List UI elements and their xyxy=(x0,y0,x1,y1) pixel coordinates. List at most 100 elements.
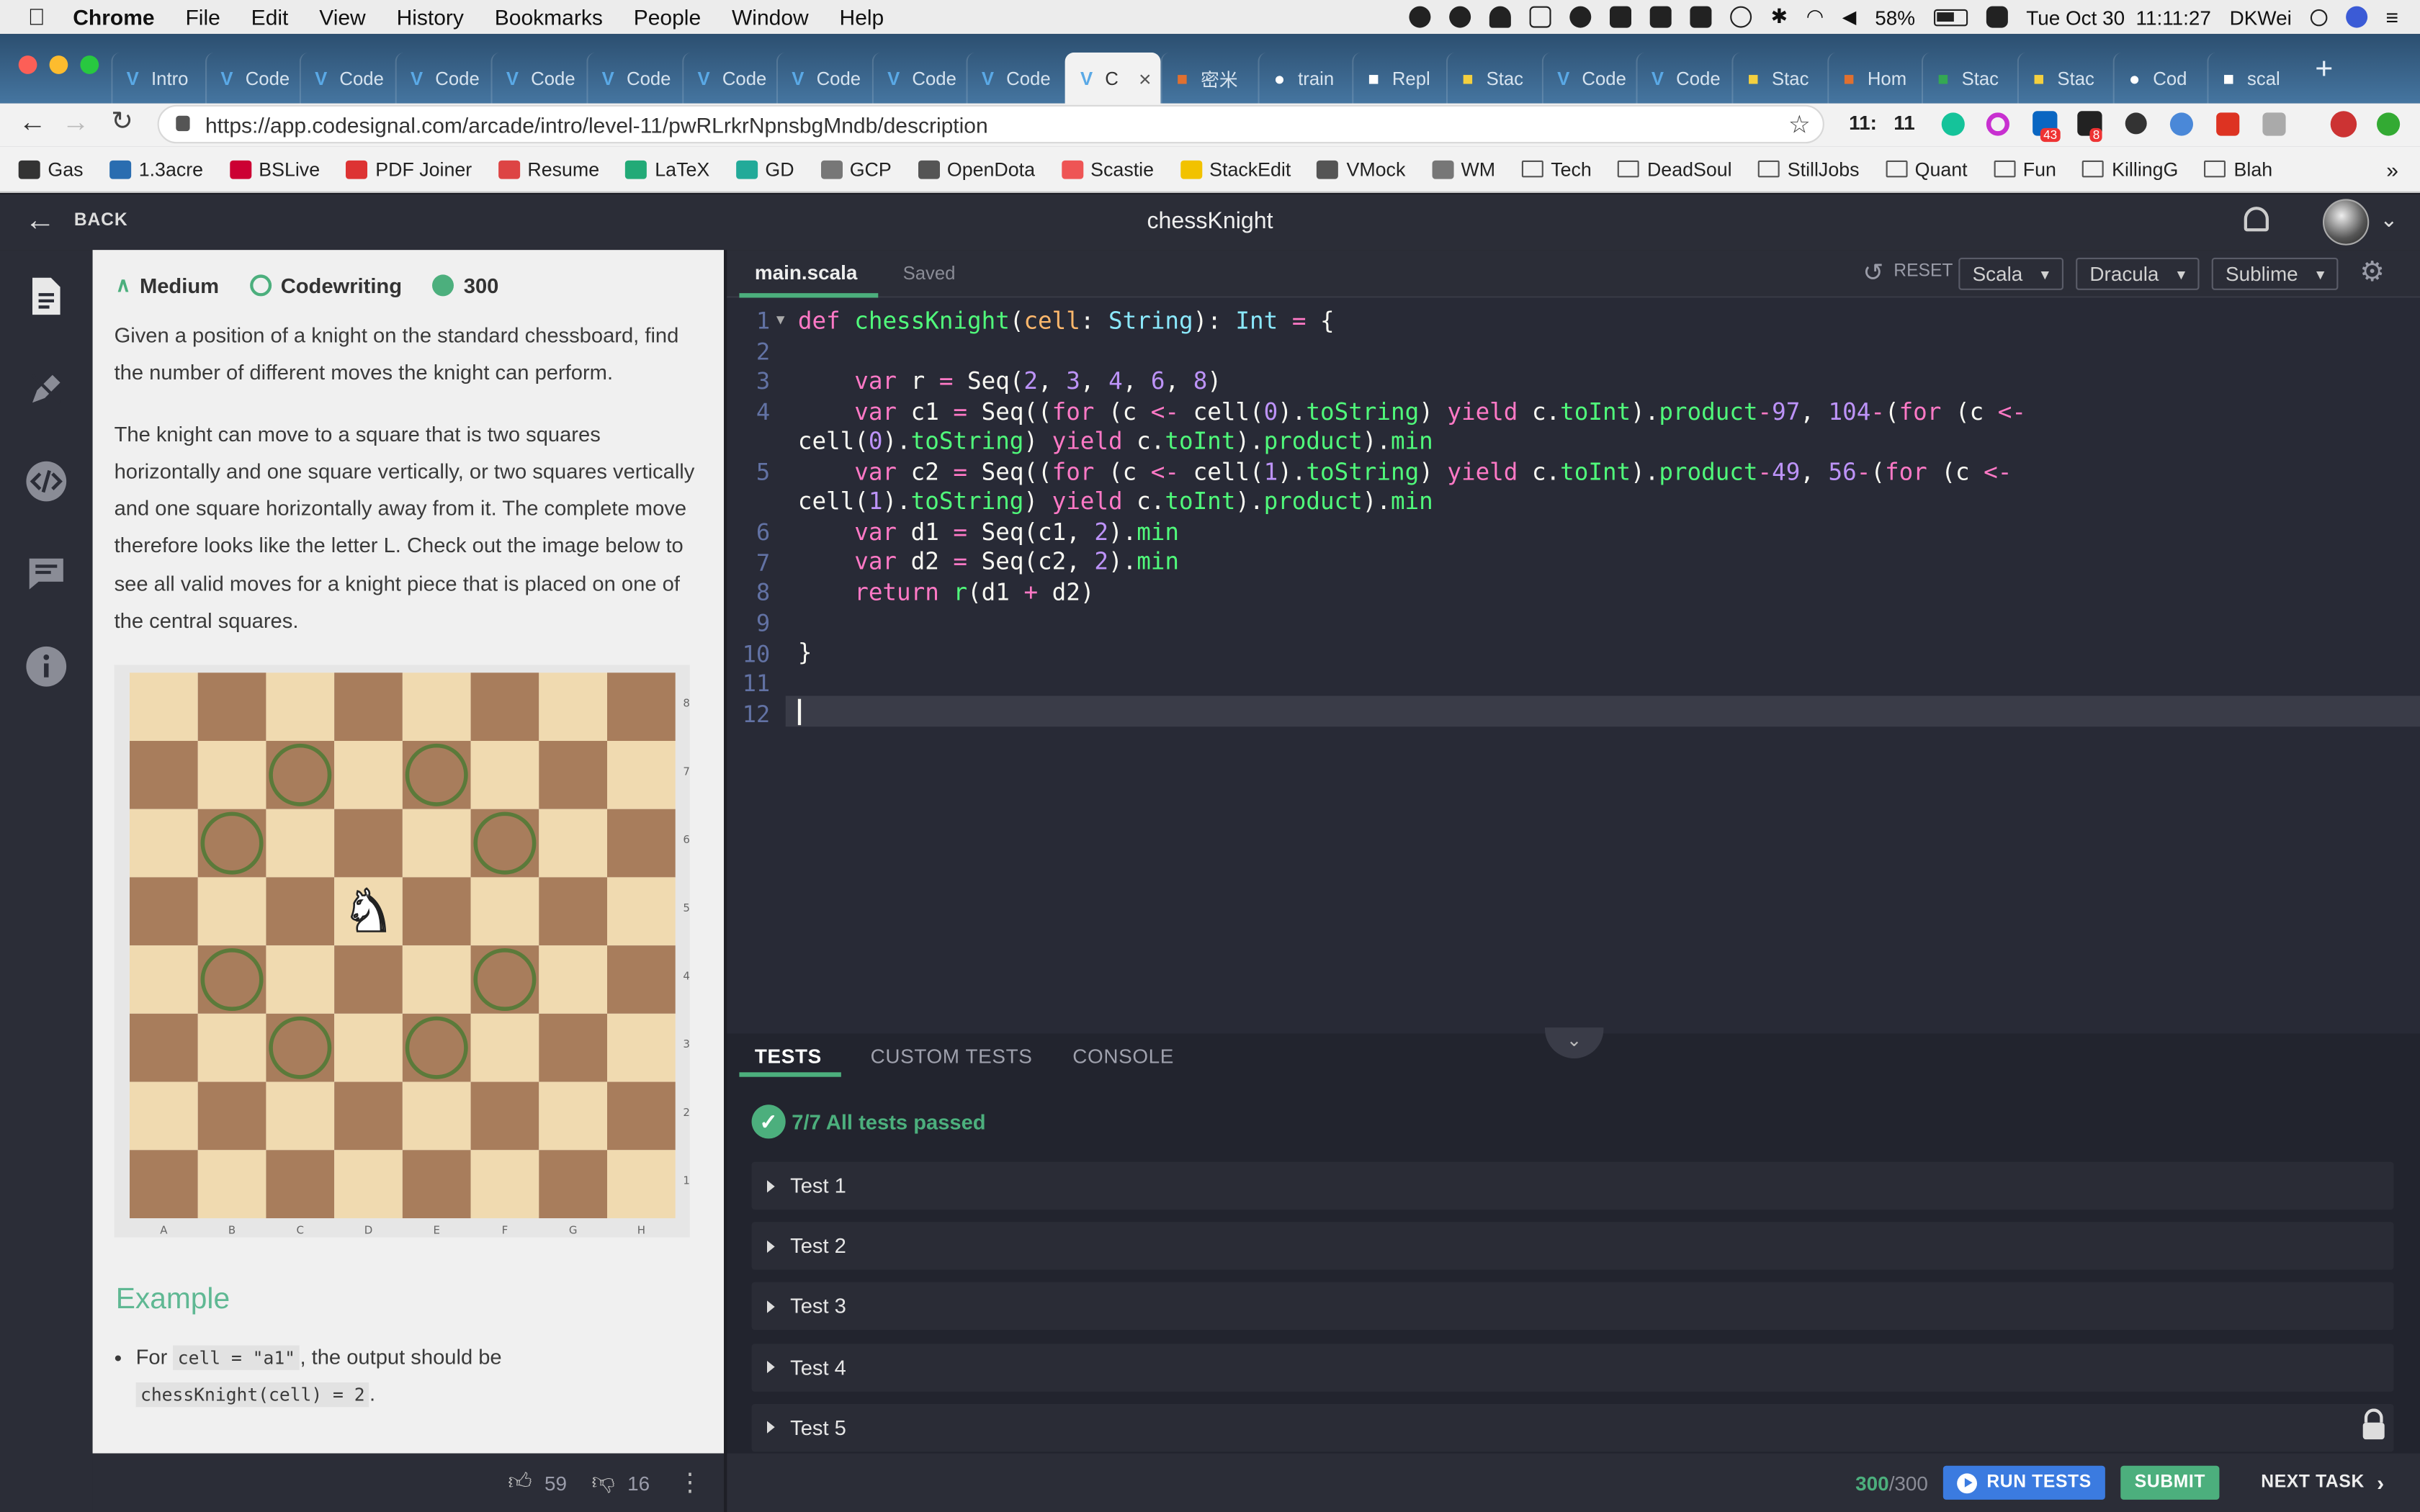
browser-tab[interactable]: ■ 密米 xyxy=(1160,52,1256,105)
battery-icon[interactable] xyxy=(1933,8,1968,26)
menu-history[interactable]: History xyxy=(381,0,479,34)
menu-help[interactable]: Help xyxy=(824,0,900,34)
browser-tab[interactable]: V C × xyxy=(1065,52,1161,105)
display-icon[interactable] xyxy=(1610,6,1632,28)
browser-tab[interactable]: V Code xyxy=(1541,52,1635,105)
test-row[interactable]: Test 5 xyxy=(751,1403,2394,1452)
browser-tab[interactable]: V Intro xyxy=(111,52,204,105)
bookmark-star-icon[interactable]: ☆ xyxy=(1788,109,1811,140)
menu-view[interactable]: View xyxy=(304,0,381,34)
bookmark-item[interactable]: OpenDota xyxy=(918,158,1035,180)
browser-tab[interactable]: V Code xyxy=(1636,52,1730,105)
test-row[interactable]: Test 3 xyxy=(751,1282,2394,1331)
back-arrow-icon[interactable]: ← xyxy=(19,107,47,139)
menu-app[interactable]: Chrome xyxy=(58,0,170,34)
browser-tab[interactable]: V Code xyxy=(299,52,394,105)
collapse-panel-button[interactable]: ⌄ xyxy=(1545,1027,1604,1058)
forward-arrow-icon[interactable]: → xyxy=(62,107,90,139)
fold-arrow-icon[interactable]: ▼ xyxy=(776,313,785,328)
browser-tab[interactable]: V Code xyxy=(205,52,298,105)
reset-button[interactable]: RESET xyxy=(1894,262,1953,281)
more-options-icon[interactable]: ⋮ xyxy=(678,1467,702,1498)
bookmark-item[interactable]: DeadSoul xyxy=(1618,158,1732,180)
browser-tab[interactable]: V Code xyxy=(682,52,775,105)
bookmark-item[interactable]: VMock xyxy=(1317,158,1405,180)
window-minimize-button[interactable] xyxy=(49,55,68,74)
tab-custom-tests[interactable]: CUSTOM TESTS xyxy=(871,1045,1033,1068)
extension-counter-2[interactable]: 11 xyxy=(1894,111,1914,134)
box-icon[interactable] xyxy=(1530,6,1552,28)
tab-tests[interactable]: TESTS xyxy=(755,1045,822,1068)
adblock-icon[interactable] xyxy=(2216,112,2240,136)
extension-grey-icon[interactable] xyxy=(2262,112,2286,136)
code-tab[interactable] xyxy=(24,460,68,503)
bookmark-item[interactable]: Blah xyxy=(2204,158,2272,180)
input-method-icon[interactable] xyxy=(1690,6,1713,28)
browser-tab[interactable]: ■ Stac xyxy=(1921,52,2016,105)
bookmark-item[interactable]: Tech xyxy=(1521,158,1592,180)
browser-tab[interactable]: V Code xyxy=(395,52,490,105)
s-app-icon[interactable] xyxy=(1986,6,2008,28)
test-row[interactable]: Test 2 xyxy=(751,1222,2394,1270)
browser-tab[interactable]: V Code xyxy=(490,52,585,105)
address-bar[interactable]: https://app.codesignal.com/arcade/intro/… xyxy=(157,104,1824,144)
skype-icon[interactable] xyxy=(1410,6,1432,28)
extension-check-icon[interactable] xyxy=(2169,112,2193,136)
reset-icon[interactable]: ↺ xyxy=(1863,258,1883,289)
clock[interactable]: Tue Oct 30 11:11:27 xyxy=(2026,6,2211,29)
lock-icon[interactable] xyxy=(176,115,190,132)
theme-select[interactable]: Dracula ▼ xyxy=(2076,257,2200,290)
bookmark-item[interactable]: LaTeX xyxy=(625,158,709,180)
hat-icon[interactable] xyxy=(1489,6,1512,28)
browser-tab[interactable]: V Code xyxy=(871,52,965,105)
bookmark-item[interactable]: Quant xyxy=(1885,158,1968,180)
bookmark-item[interactable]: GD xyxy=(735,158,794,180)
volume-icon[interactable]: ◀ xyxy=(1842,6,1857,28)
bookmark-item[interactable]: BSLive xyxy=(229,158,320,180)
description-tab[interactable] xyxy=(24,274,68,318)
menu-bookmarks[interactable]: Bookmarks xyxy=(479,0,618,34)
new-tab-button[interactable]: + xyxy=(2315,53,2333,88)
comments-tab[interactable] xyxy=(24,552,68,595)
browser-tab[interactable]: ■ Stac xyxy=(2017,52,2112,105)
extension-icon[interactable] xyxy=(1986,112,2009,136)
tab-console[interactable]: CONSOLE xyxy=(1072,1045,1174,1068)
spotlight-icon[interactable] xyxy=(2310,8,2328,26)
menu-window[interactable]: Window xyxy=(717,0,825,34)
bookmark-item[interactable]: 1.3acre xyxy=(109,158,203,180)
bookmarks-overflow-icon[interactable]: » xyxy=(2386,157,2398,181)
grammarly-icon[interactable] xyxy=(1941,112,1965,136)
bookmark-item[interactable]: StackEdit xyxy=(1180,158,1291,180)
bookmark-item[interactable]: GCP xyxy=(820,158,892,180)
user-name[interactable]: DKWei xyxy=(2230,6,2292,29)
avatar[interactable] xyxy=(2323,199,2370,246)
menu-people[interactable]: People xyxy=(618,0,716,34)
browser-tab[interactable]: V Code xyxy=(586,52,681,105)
bookmark-item[interactable]: KillingG xyxy=(2082,158,2178,180)
bookmark-item[interactable]: Gas xyxy=(18,158,84,180)
menu-edit[interactable]: Edit xyxy=(236,0,304,34)
solutions-tab[interactable] xyxy=(24,367,68,410)
browser-tab[interactable]: V Code xyxy=(966,52,1063,105)
browser-tab[interactable]: ■ Stac xyxy=(1446,52,1541,105)
file-tab-main-scala[interactable]: main.scala xyxy=(755,261,858,284)
close-tab-icon[interactable]: × xyxy=(1139,66,1152,91)
window-zoom-button[interactable] xyxy=(80,55,99,74)
language-select[interactable]: Scala ▼ xyxy=(1958,257,2063,290)
bell-icon[interactable] xyxy=(2244,207,2269,232)
reload-icon[interactable]: ↻ xyxy=(111,107,133,138)
bluetooth-icon[interactable]: ✱ xyxy=(1771,4,1788,29)
submit-button[interactable]: SUBMIT xyxy=(2120,1465,2220,1500)
code-editor[interactable]: 1 2 3 4 5 6 7 8 9 10 11 12 ▼ def chessKnight(cell: … xyxy=(727,297,2420,1034)
chevron-down-icon[interactable]: ⌄ xyxy=(2380,207,2398,233)
siri-icon[interactable] xyxy=(2345,6,2367,28)
gear-icon[interactable]: ⚙ xyxy=(2360,256,2385,289)
profile-icon[interactable] xyxy=(2330,111,2357,138)
browser-tab[interactable]: ● Cod xyxy=(2112,52,2206,105)
bookmark-item[interactable]: Resume xyxy=(498,158,599,180)
browser-tab[interactable]: ■ Stac xyxy=(1731,52,1826,105)
browser-tab[interactable]: V Code xyxy=(776,52,871,105)
test-row[interactable]: Test 1 xyxy=(751,1161,2394,1210)
next-task-button[interactable]: NEXT TASK › xyxy=(2247,1466,2398,1500)
bookmark-item[interactable]: WM xyxy=(1431,158,1495,180)
